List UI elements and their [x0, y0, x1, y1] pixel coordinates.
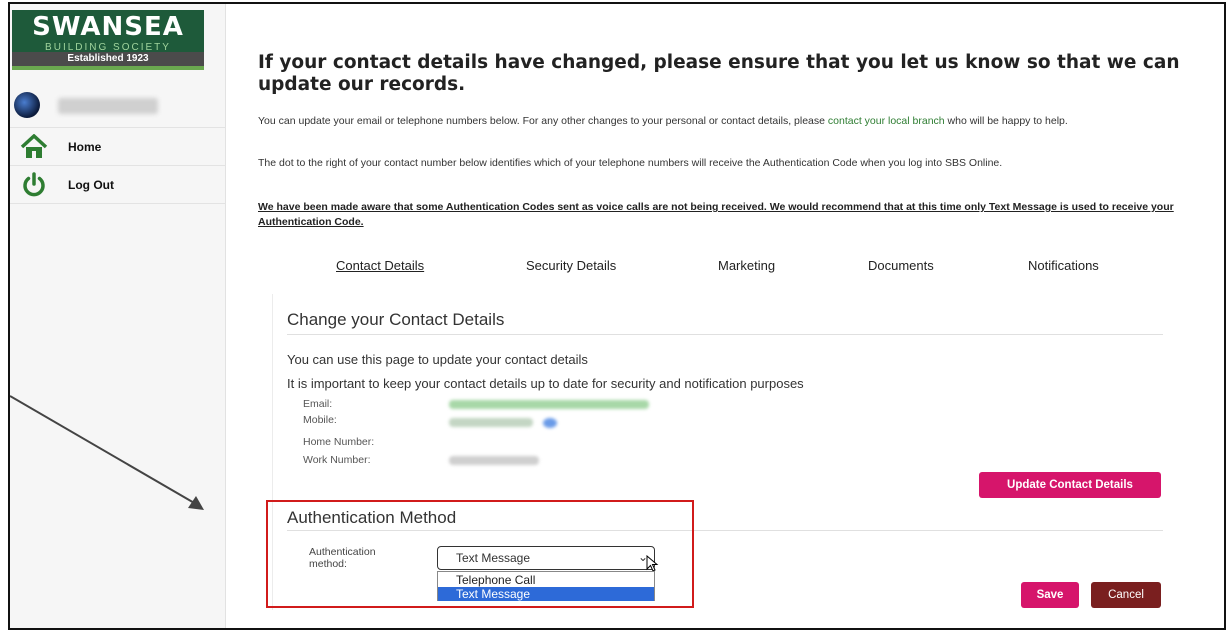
work-number-value-redacted: [449, 456, 539, 465]
intro-text: You can update your email or telephone n…: [258, 114, 1198, 129]
mobile-value-redacted: [449, 418, 533, 427]
contact-info-line: You can use this page to update your con…: [287, 352, 588, 367]
tab-notifications[interactable]: Notifications: [1028, 258, 1099, 273]
main-content: If your contact details have changed, pl…: [226, 4, 1224, 628]
tab-documents[interactable]: Documents: [868, 258, 934, 273]
dot-info-text: The dot to the right of your contact num…: [258, 157, 1003, 169]
page-title: If your contact details have changed, pl…: [258, 52, 1180, 95]
intro-text-part: who will be happy to help.: [944, 115, 1068, 127]
tab-security-details[interactable]: Security Details: [526, 258, 616, 273]
auth-dot-indicator: [543, 418, 557, 428]
tab-contact-details[interactable]: Contact Details: [336, 258, 424, 273]
contact-branch-link[interactable]: contact your local branch: [828, 115, 945, 127]
update-contact-details-button[interactable]: Update Contact Details: [979, 472, 1161, 498]
tab-bar: Contact Details Security Details Marketi…: [258, 258, 1198, 280]
home-number-label: Home Number:: [303, 436, 375, 448]
save-button[interactable]: Save: [1021, 582, 1079, 608]
divider: [287, 334, 1163, 335]
warning-notice: We have been made aware that some Authen…: [258, 201, 1174, 228]
annotation-arrow-icon: [10, 395, 204, 510]
mobile-label: Mobile:: [303, 414, 337, 426]
auth-highlight-box: [266, 500, 694, 608]
email-label: Email:: [303, 398, 333, 410]
app-window: SWANSEA BUILDING SOCIETY Established 192…: [8, 2, 1226, 630]
intro-text-part: You can update your email or telephone n…: [258, 115, 828, 127]
tab-marketing[interactable]: Marketing: [718, 258, 775, 273]
contact-section-title: Change your Contact Details: [287, 310, 505, 329]
contact-info-line: It is important to keep your contact det…: [287, 376, 804, 391]
cancel-button[interactable]: Cancel: [1091, 582, 1161, 608]
email-value-redacted: [449, 400, 649, 409]
work-number-label: Work Number:: [303, 454, 371, 466]
